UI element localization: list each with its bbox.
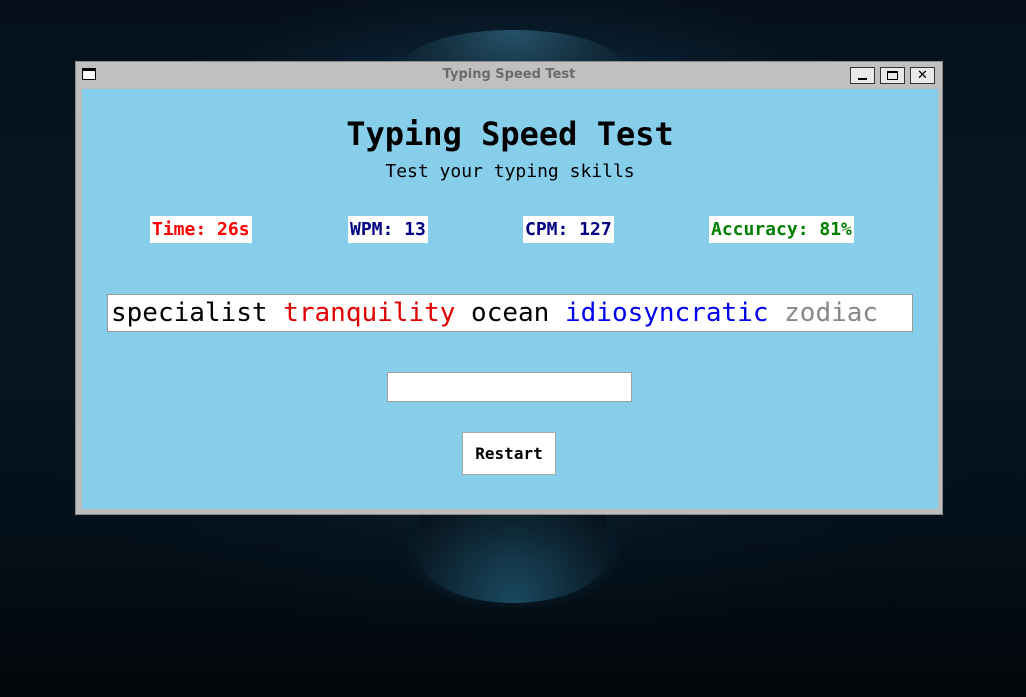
page-title: Typing Speed Test bbox=[346, 115, 674, 153]
wpm-label: WPM: 13 bbox=[348, 216, 428, 243]
maximize-icon bbox=[887, 71, 898, 80]
app-window: Typing Speed Test ✕ Typing Speed Test Te… bbox=[75, 61, 943, 515]
target-word: idiosyncratic bbox=[564, 298, 769, 328]
restart-button[interactable]: Restart bbox=[462, 432, 556, 475]
target-words-display: specialist tranquility ocean idiosyncrat… bbox=[107, 294, 913, 332]
window-title: Typing Speed Test bbox=[442, 67, 576, 82]
close-icon: ✕ bbox=[917, 68, 928, 83]
close-button[interactable]: ✕ bbox=[910, 67, 935, 84]
target-word: specialist bbox=[111, 298, 268, 328]
maximize-button[interactable] bbox=[880, 67, 905, 84]
minimize-icon bbox=[858, 78, 867, 80]
window-titlebar[interactable]: Typing Speed Test ✕ bbox=[76, 62, 942, 88]
app-content: Typing Speed Test Test your typing skill… bbox=[82, 89, 938, 509]
cpm-label: CPM: 127 bbox=[523, 216, 614, 243]
page-subtitle: Test your typing skills bbox=[385, 161, 635, 182]
minimize-button[interactable] bbox=[850, 67, 875, 84]
target-word: zodiac bbox=[784, 298, 879, 328]
typing-input[interactable] bbox=[387, 372, 632, 402]
wallpaper-orb-bottom bbox=[420, 513, 606, 603]
time-label: Time: 26s bbox=[150, 216, 252, 243]
target-word: ocean bbox=[471, 298, 550, 328]
accuracy-label: Accuracy: 81% bbox=[709, 216, 854, 243]
target-word: tranquility bbox=[283, 298, 456, 328]
